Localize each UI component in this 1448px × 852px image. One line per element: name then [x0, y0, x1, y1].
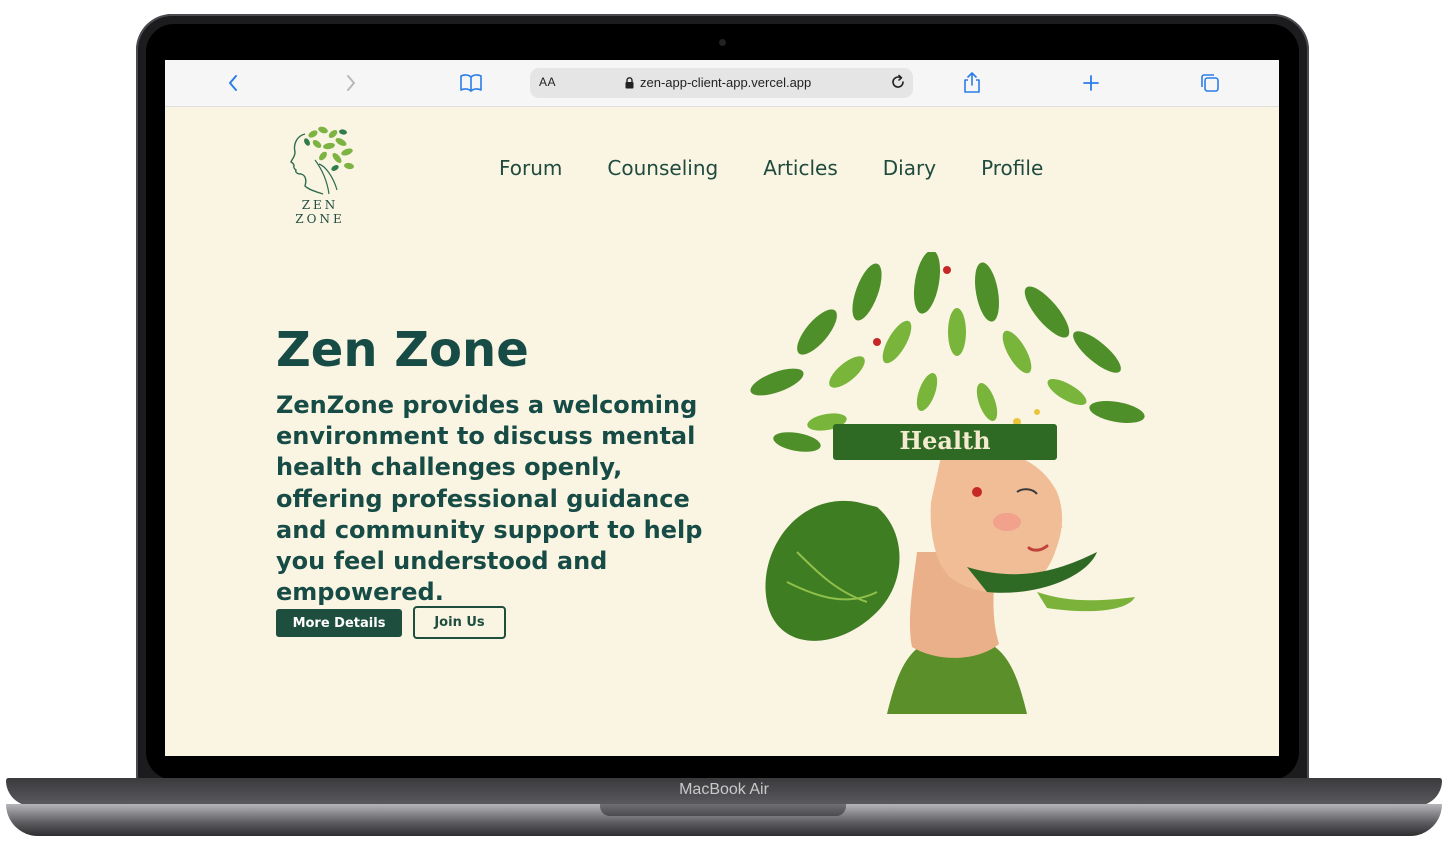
- main-nav: Forum Counseling Articles Diary Profile: [499, 156, 1088, 180]
- text-size-button[interactable]: AA: [539, 75, 556, 89]
- browser-screen: AA zen-app-client-app.vercel.app ZEN ZON…: [165, 60, 1279, 756]
- nav-articles[interactable]: Articles: [763, 156, 838, 180]
- book-icon[interactable]: [459, 71, 483, 95]
- chevron-left-icon[interactable]: [221, 71, 245, 95]
- share-icon[interactable]: [960, 71, 984, 95]
- leaf-face-logo-icon: [290, 126, 354, 195]
- join-us-button[interactable]: Join Us: [413, 606, 506, 639]
- hero-description: ZenZone provides a welcoming environment…: [276, 391, 703, 607]
- tabs-icon[interactable]: [1198, 71, 1222, 95]
- browser-toolbar: AA zen-app-client-app.vercel.app: [165, 60, 1279, 107]
- url-text: zen-app-client-app.vercel.app: [640, 75, 812, 90]
- plus-icon[interactable]: [1079, 71, 1103, 95]
- woman-plants-illustration-icon: [750, 250, 1145, 714]
- url-display[interactable]: zen-app-client-app.vercel.app: [625, 75, 811, 90]
- camera-icon: [719, 39, 726, 46]
- device-model-label: MacBook Air: [679, 781, 769, 798]
- hero-title: Zen Zone: [276, 322, 529, 378]
- lock-icon: [625, 76, 634, 88]
- site-logo[interactable]: ZEN ZONE: [277, 124, 363, 226]
- chevron-right-icon[interactable]: [339, 71, 363, 95]
- hero-illustration: Health: [737, 250, 1157, 714]
- more-details-button[interactable]: More Details: [276, 609, 402, 637]
- health-banner-label: Health: [899, 426, 991, 455]
- nav-forum[interactable]: Forum: [499, 156, 562, 180]
- nav-counseling[interactable]: Counseling: [607, 156, 718, 180]
- nav-profile[interactable]: Profile: [981, 156, 1043, 180]
- logo-wordmark: ZEN ZONE: [295, 198, 345, 226]
- address-bar[interactable]: AA zen-app-client-app.vercel.app: [530, 68, 913, 98]
- laptop-notch: [600, 804, 846, 816]
- reload-icon[interactable]: [889, 73, 907, 95]
- nav-diary[interactable]: Diary: [883, 156, 936, 180]
